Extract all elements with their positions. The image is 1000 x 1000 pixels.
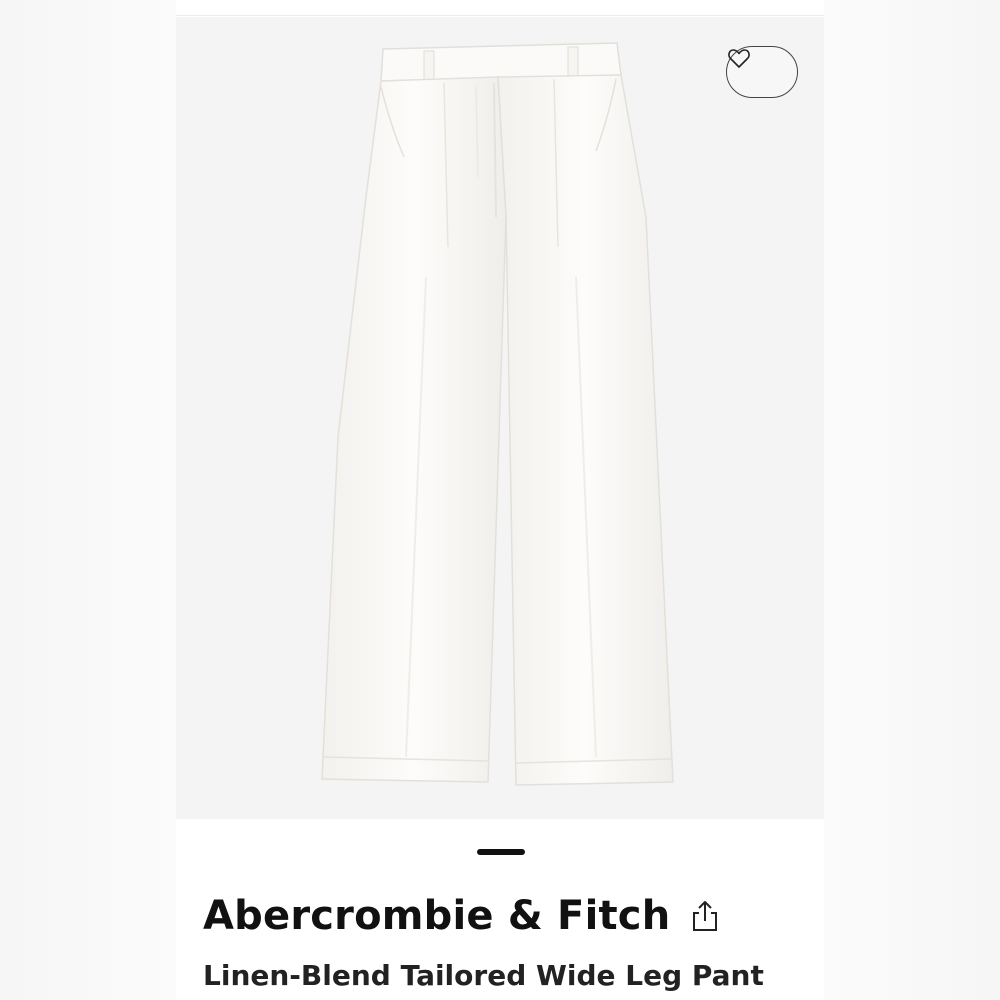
left-backdrop [0, 0, 176, 1000]
product-image[interactable] [176, 17, 824, 819]
heart-outline-icon [728, 49, 750, 68]
wishlist-button[interactable] [726, 46, 798, 98]
top-bar [176, 0, 824, 16]
right-backdrop [824, 0, 1000, 1000]
app-viewport: Abercrombie & Fitch Linen-Blend Tailored… [176, 0, 824, 1000]
product-details-sheet: Abercrombie & Fitch Linen-Blend Tailored… [176, 819, 824, 1000]
pants-illustration [321, 42, 674, 786]
product-title: Linen-Blend Tailored Wide Leg Pant [203, 959, 764, 992]
drag-handle[interactable] [477, 849, 525, 855]
screen: Abercrombie & Fitch Linen-Blend Tailored… [0, 0, 1000, 1000]
share-icon[interactable] [690, 899, 720, 933]
brand-row: Abercrombie & Fitch [203, 893, 720, 939]
brand-name: Abercrombie & Fitch [203, 893, 671, 939]
